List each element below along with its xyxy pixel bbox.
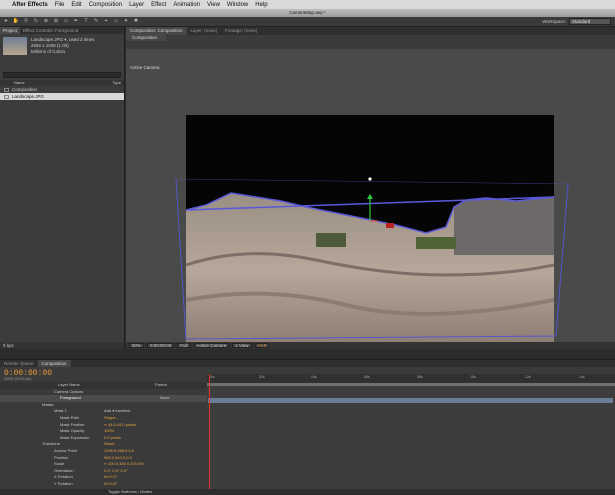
project-item-label: Composition bbox=[12, 87, 38, 92]
timeline-row[interactable]: Orientation 0.0°,0.0°,0.0° bbox=[0, 468, 207, 475]
toggle-switches-modes[interactable]: Toggle Switches / Modes bbox=[0, 489, 615, 495]
tab-render-queue[interactable]: Render Queue bbox=[0, 360, 38, 367]
menu-animation[interactable]: Animation bbox=[173, 2, 200, 8]
zoom-select[interactable]: 50% bbox=[129, 343, 145, 348]
menu-edit[interactable]: Edit bbox=[71, 2, 81, 8]
layer-column-header: Layer Name Parent bbox=[0, 382, 207, 389]
composition-viewer[interactable]: Active Camera bbox=[126, 49, 615, 349]
timeline-row[interactable]: Position 960.0,540.0,0.0 bbox=[0, 455, 207, 462]
project-item-label: Landscape.JPG bbox=[12, 94, 45, 99]
current-time-field[interactable]: 0:00:00:00 bbox=[147, 343, 175, 348]
bpc-button[interactable]: 8 bpc bbox=[3, 343, 14, 348]
menu-view[interactable]: View bbox=[207, 2, 220, 8]
menu-file[interactable]: File bbox=[55, 2, 65, 8]
camera-point-of-interest[interactable] bbox=[368, 177, 372, 181]
eraser-tool-icon[interactable]: ◇ bbox=[112, 18, 120, 25]
viewer-tabs: Composition: Composition Layer: (none) F… bbox=[126, 27, 615, 35]
brush-tool-icon[interactable]: ✎ bbox=[92, 18, 100, 25]
layer-outline: Layer Name Parent Camera Options Foregro… bbox=[0, 382, 207, 495]
timeline-row[interactable]: Y Rotation 0x+0.0° bbox=[0, 481, 207, 488]
timeline-tabs: Render Queue Composition bbox=[0, 360, 615, 367]
hand-tool-icon[interactable]: ✋ bbox=[12, 18, 20, 25]
menu-layer[interactable]: Layer bbox=[129, 2, 144, 8]
window-title: CameraMap.aep * bbox=[0, 9, 615, 17]
tab-project[interactable]: Project bbox=[0, 27, 21, 34]
current-time-indicator[interactable] bbox=[209, 374, 210, 495]
workspace-select[interactable]: Standard bbox=[569, 18, 611, 25]
layer-duration-bar[interactable] bbox=[208, 398, 613, 403]
project-tabs: Project Effect Controls: Foreground bbox=[0, 27, 124, 34]
camera-select[interactable]: Active Camera bbox=[193, 343, 230, 348]
time-ruler[interactable]: 00s 02s 04s 06s 08s 10s 12s 14s bbox=[207, 374, 615, 383]
tab-layer[interactable]: Layer: (none) bbox=[187, 27, 222, 35]
menu-composition[interactable]: Composition bbox=[89, 2, 122, 8]
timeline-row[interactable]: Mask Expansion 0.0 pixels bbox=[0, 435, 207, 442]
viewer-footer: 50% 0:00:00:00 Full Active Camera 1 View… bbox=[126, 342, 615, 349]
timeline-row[interactable]: Mask 1 Add ▾ Inverted bbox=[0, 408, 207, 415]
composition-icon bbox=[4, 87, 9, 92]
layer-row-foreground[interactable]: Foreground None bbox=[0, 395, 207, 402]
menu-effect[interactable]: Effect bbox=[151, 2, 166, 8]
project-footer: 8 bpc bbox=[0, 342, 124, 349]
tab-footage[interactable]: Footage: (none) bbox=[221, 27, 261, 35]
timeline-row[interactable]: Camera Options bbox=[0, 389, 207, 396]
project-item-composition[interactable]: Composition bbox=[0, 86, 124, 93]
timeline-panel: Render Queue Composition 0:00:00:00 0000… bbox=[0, 359, 615, 495]
breadcrumb[interactable]: Composition bbox=[126, 35, 166, 41]
timeline-row[interactable]: Mask Path Shape... bbox=[0, 415, 207, 422]
project-item-landscape[interactable]: Landscape.JPG bbox=[0, 93, 124, 100]
timeline-row[interactable]: Mask Feather ∞ 44.0,44.0 pixels bbox=[0, 422, 207, 429]
project-panel: Project Effect Controls: Foreground Land… bbox=[0, 27, 125, 349]
footage-info: Landscape.JPG ▾, used 2 times 2592 x 193… bbox=[0, 34, 124, 70]
puppet-tool-icon[interactable]: ✱ bbox=[132, 18, 140, 25]
composition-panel: Composition: Composition Layer: (none) F… bbox=[126, 27, 615, 349]
column-type[interactable]: Type bbox=[112, 80, 121, 86]
footage-thumbnail bbox=[3, 37, 27, 55]
timeline-row[interactable]: Masks bbox=[0, 402, 207, 409]
tab-composition-timeline[interactable]: Composition bbox=[37, 360, 71, 367]
tab-effect-controls[interactable]: Effect Controls: Foreground bbox=[20, 27, 81, 34]
mask-overlay[interactable] bbox=[126, 49, 615, 342]
timeline-row[interactable]: X Rotation 0x+0.0° bbox=[0, 474, 207, 481]
zoom-tool-icon[interactable]: ⚲ bbox=[22, 18, 30, 25]
timeline-row[interactable]: Transform Reset bbox=[0, 441, 207, 448]
workspace-label: Workspace: bbox=[542, 19, 566, 24]
pen-tool-icon[interactable]: ✒ bbox=[72, 18, 80, 25]
exposure-field[interactable]: +0.0 bbox=[254, 343, 270, 348]
rotate-tool-icon[interactable]: ↻ bbox=[32, 18, 40, 25]
footage-icon bbox=[4, 94, 9, 99]
column-name[interactable]: Name bbox=[14, 80, 25, 86]
project-search-input[interactable] bbox=[3, 72, 121, 78]
tools-panel: ➤ ✋ ⚲ ↻ ⊕ ⊞ ▭ ✒ T ✎ ⌖ ◇ ✦ ✱ Workspace: S… bbox=[0, 17, 615, 27]
resolution-select[interactable]: Full bbox=[177, 343, 191, 348]
menu-bar: After Effects File Edit Composition Laye… bbox=[0, 0, 615, 9]
timeline-row[interactable]: Scale ∞ 100.0,100.0,100.0% bbox=[0, 461, 207, 468]
menu-help[interactable]: Help bbox=[255, 2, 267, 8]
work-area-bar[interactable] bbox=[207, 383, 615, 386]
menu-window[interactable]: Window bbox=[227, 2, 248, 8]
timeline-graph[interactable]: 00s 02s 04s 06s 08s 10s 12s 14s bbox=[207, 374, 615, 495]
camera-tool-icon[interactable]: ⊕ bbox=[42, 18, 50, 25]
parent-header[interactable]: Parent bbox=[155, 382, 167, 389]
roto-brush-tool-icon[interactable]: ✦ bbox=[122, 18, 130, 25]
timeline-row[interactable]: Anchor Point 1296.0,968.0,0.0 bbox=[0, 448, 207, 455]
footage-colors: Millions of Colors bbox=[31, 49, 66, 54]
type-tool-icon[interactable]: T bbox=[82, 18, 90, 25]
timeline-frame-count: 00000 (25.00 fps) bbox=[4, 377, 32, 381]
clone-tool-icon[interactable]: ⌖ bbox=[102, 18, 110, 25]
mask-tool-icon[interactable]: ▭ bbox=[62, 18, 70, 25]
layer-name-header[interactable]: Layer Name bbox=[0, 382, 80, 387]
menu-app-name[interactable]: After Effects bbox=[12, 2, 48, 8]
selection-tool-icon[interactable]: ➤ bbox=[2, 18, 10, 25]
timeline-row[interactable]: Mask Opacity 100% bbox=[0, 428, 207, 435]
tab-composition[interactable]: Composition: Composition bbox=[126, 27, 187, 35]
view-layout-select[interactable]: 1 View bbox=[232, 343, 252, 348]
pan-behind-tool-icon[interactable]: ⊞ bbox=[52, 18, 60, 25]
